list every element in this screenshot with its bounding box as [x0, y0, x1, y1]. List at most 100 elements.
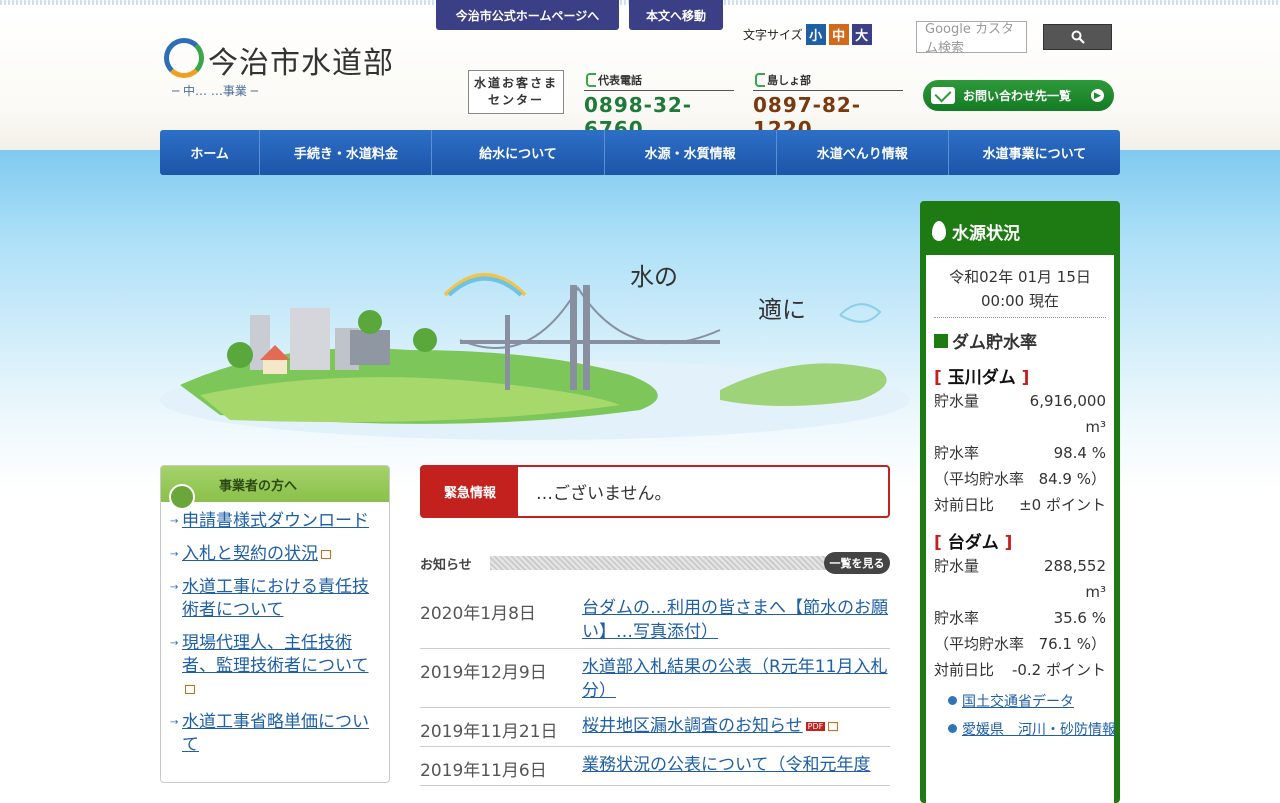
font-size-medium-button[interactable]: 中	[828, 24, 849, 45]
font-size-label: 文字サイズ	[743, 28, 803, 42]
news-divider	[490, 556, 828, 570]
news-row: 2020年1月8日 台ダムの…利用の皆さまへ【節水のお願い】…写真添付）	[420, 590, 890, 649]
news-date: 2020年1月8日	[420, 604, 536, 624]
news-link[interactable]: 水道部入札結果の公表（R元年11月入札分）	[582, 655, 890, 703]
menu-link-forms-download[interactable]: 申請書様式ダウンロード	[182, 511, 369, 531]
news-date: 2019年11月21日	[420, 722, 558, 742]
hero-text-2: 適に	[758, 296, 806, 324]
menu-link-unit-price[interactable]: 水道工事省略単価について	[182, 712, 369, 755]
dam-storage-label: 貯水量	[934, 557, 980, 575]
main-phone: 代表電話 0898-32-6760	[584, 72, 734, 141]
dam-unit-row: m³	[934, 414, 1106, 440]
news-link[interactable]: 台ダムの…利用の皆さまへ【節水のお願い】…写真添付）	[582, 596, 890, 644]
external-link-icon	[321, 549, 331, 559]
nav-procedures-fees[interactable]: 手続き・水道料金	[259, 130, 431, 175]
menu-link-responsible-engineer[interactable]: 水道工事における責任技術者について	[182, 577, 369, 620]
nav-useful-info[interactable]: 水道べんり情報	[775, 130, 948, 175]
font-size-switcher: 文字サイズ 小 中 大	[743, 24, 872, 45]
news-header: お知らせ 一覧を見る	[420, 550, 890, 576]
dam-date-line2: 00:00 現在	[981, 292, 1059, 310]
dam-diff-value: -0.2 ポイント	[1011, 661, 1106, 679]
news-date: 2019年11月6日	[420, 761, 547, 781]
wrench-icon	[169, 484, 195, 510]
search-button[interactable]	[1043, 24, 1112, 50]
contractor-menu-title: 事業者の方へ	[161, 466, 389, 510]
nav-home[interactable]: ホーム	[160, 130, 259, 175]
dam-rate-label: 貯水率	[934, 444, 980, 462]
urgent-info-box: 緊急情報 …ございません。	[420, 465, 890, 518]
dam-storage-row: 貯水量 288,552	[934, 553, 1106, 579]
dam-diff-label: 対前日比	[934, 496, 995, 514]
mail-icon	[931, 87, 955, 104]
font-size-large-button[interactable]: 大	[851, 24, 872, 45]
dam-rate-section-title: ダム貯水率	[952, 333, 1037, 353]
mlit-data-link[interactable]: 国土交通省データ	[934, 691, 1106, 711]
menu-link-site-agent[interactable]: 現場代理人、主任技術者、監理技術者について	[182, 633, 369, 676]
list-item: 申請書様式ダウンロード	[170, 510, 379, 533]
dam-date-line1: 令和02年 01月 15日	[949, 268, 1091, 286]
news-row: 2019年11月6日 業務状況の公表について（令和元年度	[420, 747, 890, 786]
dam-avg-label: （平均貯水率	[934, 635, 1025, 653]
ehime-river-info-link[interactable]: 愛媛県 河川・砂防情報	[934, 719, 1116, 739]
logo-mark-icon	[164, 38, 204, 78]
font-size-small-button[interactable]: 小	[805, 24, 826, 45]
dam-avg-label: （平均貯水率	[934, 470, 1025, 488]
island-phone: 島しょ部 0897-82-1220	[753, 72, 903, 141]
dam-diff-row: 対前日比 -0.2 ポイント	[934, 657, 1106, 683]
news-date: 2019年12月9日	[420, 663, 547, 683]
dam-name: [ 台ダム ]	[934, 533, 1013, 553]
dam-storage-row: 貯水量 6,916,000	[934, 388, 1106, 414]
water-source-body: 令和02年 01月 15日 00:00 現在 ダム貯水率 [ 玉川ダム ] 貯水…	[926, 255, 1116, 803]
contractor-menu: 事業者の方へ 申請書様式ダウンロード 入札と契約の状況 水道工事における責任技術…	[160, 465, 390, 783]
hero-text-1: 水の	[630, 263, 678, 291]
water-drop-icon	[932, 221, 946, 241]
external-link-icon	[185, 684, 195, 694]
news-link[interactable]: 業務状況の公表について（令和元年度	[582, 753, 890, 781]
arrow-right-icon: ▶	[1091, 89, 1104, 102]
logo-title: 今治市水道部	[208, 46, 394, 81]
dam-name: [ 玉川ダム ]	[934, 368, 1030, 388]
menu-link-bidding-status[interactable]: 入札と契約の状況	[182, 544, 318, 564]
dam-avg-row: （平均貯水率 76.1 %）	[934, 631, 1106, 657]
contact-list-button[interactable]: お問い合わせ先一覧 ▶	[923, 80, 1114, 111]
customer-center-line2: センター	[487, 93, 544, 107]
dam-rate-value: 98.4 %	[1053, 444, 1106, 462]
water-source-title-text: 水源状況	[952, 223, 1020, 244]
list-item: 現場代理人、主任技術者、監理技術者について	[170, 632, 379, 701]
list-item: 水道工事における責任技術者について	[170, 576, 379, 622]
nav-water-supply[interactable]: 給水について	[431, 130, 603, 175]
customer-center-line1: 水道お客さま	[473, 76, 558, 90]
search-input[interactable]: Google カスタム検索	[916, 21, 1027, 56]
dam-rate-row: 貯水率 35.6 %	[934, 605, 1106, 631]
main-phone-label: 代表電話	[584, 72, 734, 91]
official-home-link[interactable]: 今治市公式ホームページへ	[436, 0, 619, 30]
contact-list-label: お問い合わせ先一覧	[963, 89, 1072, 103]
customer-center-badge: 水道お客さま センター	[468, 70, 564, 114]
dam-storage-unit: m³	[1085, 583, 1106, 601]
hero-illustration: 水の 適に	[160, 263, 910, 440]
dam-storage-label: 貯水量	[934, 392, 980, 410]
logo-subtitle: ─ 中… …事業 ─	[172, 84, 258, 98]
news-list: 2020年1月8日 台ダムの…利用の皆さまへ【節水のお願い】…写真添付） 201…	[420, 590, 890, 786]
site-logo[interactable]: 今治市水道部 ─ 中… …事業 ─	[164, 38, 399, 100]
island-phone-label: 島しょ部	[753, 72, 903, 91]
news-more-button[interactable]: 一覧を見る	[824, 552, 890, 574]
dam-date: 令和02年 01月 15日 00:00 現在	[934, 265, 1106, 318]
dam-rate-row: 貯水率 98.4 %	[934, 440, 1106, 466]
news-link[interactable]: 桜井地区漏水調査のお知らせ	[582, 716, 803, 736]
search-icon	[1071, 30, 1085, 44]
square-icon	[934, 333, 948, 348]
news-row: 2019年12月9日 水道部入札結果の公表（R元年11月入札分）	[420, 649, 890, 708]
dam-storage-value: 288,552	[1043, 557, 1106, 575]
news-row: 2019年11月21日 桜井地区漏水調査のお知らせ PDF	[420, 708, 890, 747]
dam-diff-value: ±0 ポイント	[1019, 496, 1106, 514]
skip-to-content-link[interactable]: 本文へ移動	[629, 0, 723, 30]
urgent-text: …ございません。	[536, 484, 672, 504]
dam-storage-unit: m³	[1085, 418, 1106, 436]
urgent-label: 緊急情報	[422, 467, 518, 516]
nav-water-source-quality[interactable]: 水源・水質情報	[603, 130, 776, 175]
contractor-menu-title-text: 事業者の方へ	[219, 478, 298, 494]
nav-about-business[interactable]: 水道事業について	[947, 130, 1120, 175]
dam-avg-value: 84.9 %）	[1038, 470, 1106, 488]
dam-avg-row: （平均貯水率 84.9 %）	[934, 466, 1106, 492]
